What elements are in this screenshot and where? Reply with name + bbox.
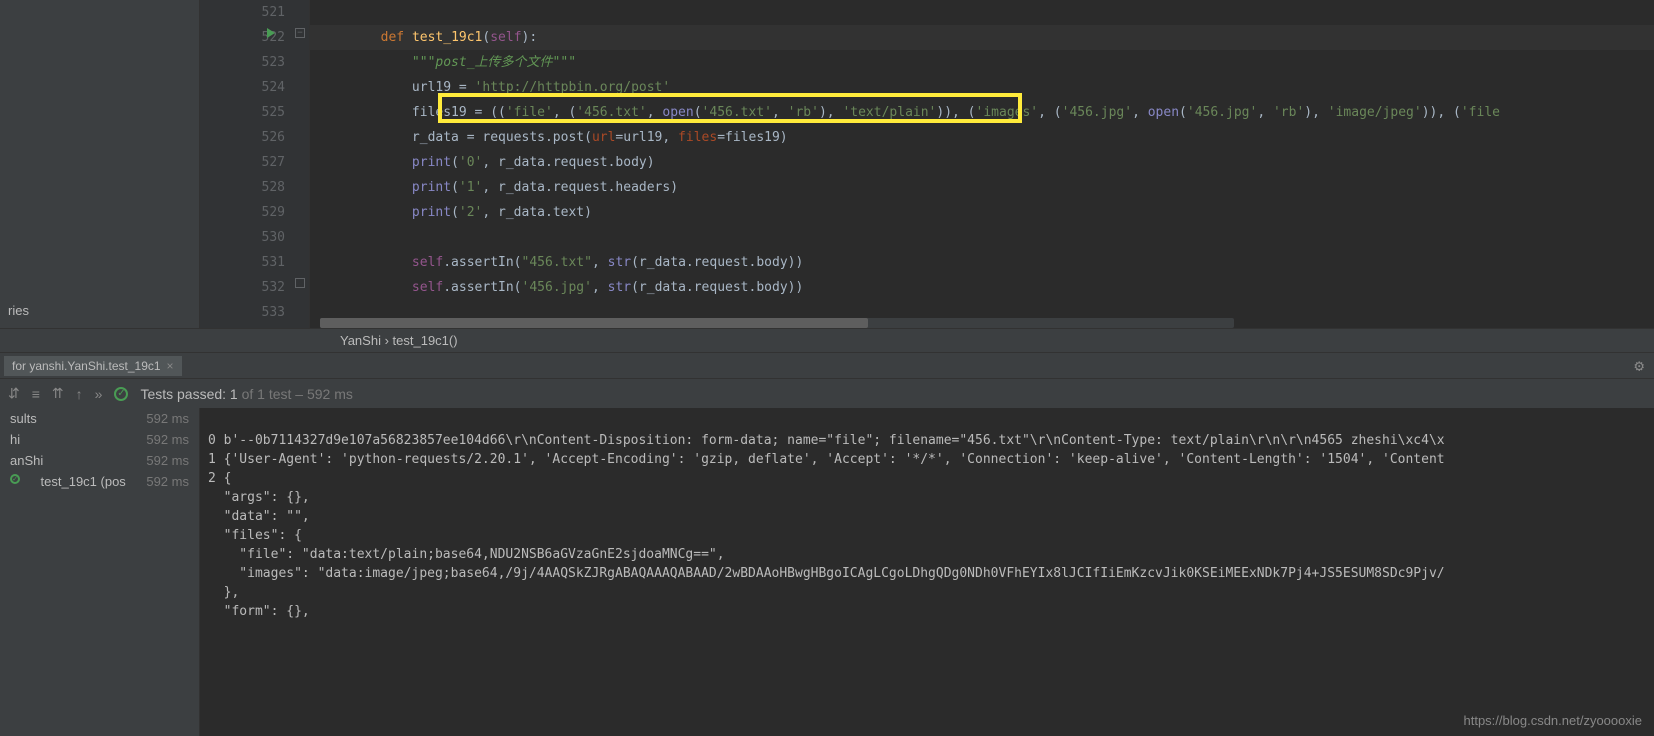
breadcrumb[interactable]: YanShi › test_19c1() — [0, 328, 1654, 352]
scrollbar-thumb[interactable] — [320, 318, 868, 328]
sort-icon[interactable]: ⇵ — [8, 385, 20, 402]
gear-icon[interactable]: ⚙ — [1634, 356, 1644, 375]
up-icon[interactable]: ↑ — [76, 386, 83, 402]
line-number: 529 — [200, 200, 289, 225]
fold-end-icon[interactable] — [295, 278, 305, 288]
console-output[interactable]: 0 b'--0b7114327d9e107a56823857ee104d66\r… — [200, 408, 1654, 736]
watermark: https://blog.csdn.net/zyooooxie — [1463, 711, 1642, 730]
gutter: 521 522 523 524 525 526 527 528 529 530 … — [200, 0, 310, 328]
tree-row[interactable]: hi592 ms — [0, 429, 199, 450]
more-icon[interactable]: » — [95, 386, 103, 402]
test-status: Tests passed: 1 of 1 test – 592 ms — [140, 386, 352, 402]
collapse-icon[interactable]: ⇈ — [52, 385, 64, 402]
project-panel[interactable]: ries — [0, 0, 200, 328]
line-number: 532 — [200, 275, 289, 300]
tree-row[interactable]: sults592 ms — [0, 408, 199, 429]
line-number: 524 — [200, 75, 289, 100]
tree-row[interactable]: ✓ test_19c1 (pos592 ms — [0, 471, 199, 492]
run-tab-label: for yanshi.YanShi.test_19c1 — [12, 359, 161, 373]
pass-icon: ✓ — [114, 387, 128, 401]
filter-icon[interactable]: ≡ — [32, 386, 40, 402]
line-number: 528 — [200, 175, 289, 200]
test-toolbar: ⇵ ≡ ⇈ ↑ » ✓ Tests passed: 1 of 1 test – … — [0, 378, 1654, 408]
run-tab[interactable]: for yanshi.YanShi.test_19c1 × — [4, 356, 182, 376]
line-number: 526 — [200, 125, 289, 150]
line-number: 531 — [200, 250, 289, 275]
breadcrumb-method[interactable]: test_19c1() — [393, 333, 458, 348]
line-number: 525 — [200, 100, 289, 125]
horizontal-scrollbar[interactable] — [320, 318, 1234, 328]
line-number: 521 — [200, 0, 289, 25]
line-number: 530 — [200, 225, 289, 250]
project-item[interactable]: ries — [0, 300, 199, 321]
run-tab-bar: for yanshi.YanShi.test_19c1 × ⚙ — [0, 352, 1654, 378]
run-test-icon[interactable] — [267, 28, 275, 38]
tree-row[interactable]: anShi592 ms — [0, 450, 199, 471]
code-editor[interactable]: def test_19c1(self): """post_上传多个文件""" u… — [310, 0, 1654, 328]
line-number: 523 — [200, 50, 289, 75]
line-number: 527 — [200, 150, 289, 175]
fold-icon[interactable]: − — [295, 28, 305, 38]
line-number: 533 — [200, 300, 289, 325]
close-icon[interactable]: × — [167, 359, 174, 373]
breadcrumb-class[interactable]: YanShi — [340, 333, 381, 348]
test-tree[interactable]: sults592 ms hi592 ms anShi592 ms ✓ test_… — [0, 408, 200, 736]
